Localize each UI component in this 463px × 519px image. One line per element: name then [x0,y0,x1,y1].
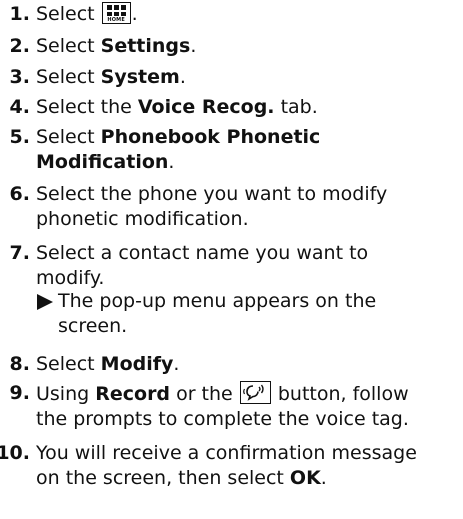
step-number: 6. [9,183,30,205]
instruction-page: 1. Select HOME. 2. Select Settings. 3. S… [0,0,463,519]
step-number: 2. [9,35,30,57]
system-label: System [100,66,180,88]
settings-label: Settings [100,35,191,57]
voice-recog-tab-label: Voice Recog. [137,96,275,118]
home-icon: HOME [101,2,131,24]
modify-label: Modify [100,353,174,375]
step-number: 5. [9,126,30,148]
result-arrow-icon [37,294,53,310]
step-number: 4. [9,96,30,118]
step-number: 10. [0,442,30,464]
step-number: 8. [9,353,30,375]
modification-label: Modification [36,151,169,173]
record-label: Record [95,383,171,405]
step-number: 1. [9,3,30,25]
ok-label: OK [289,467,321,489]
step-number: 3. [9,66,30,88]
step-number: 9. [9,382,30,404]
step-text: Select [36,3,95,25]
home-icon-label: HOME [107,17,125,23]
step-number: 7. [9,242,30,264]
result-note: The pop-up menu appears on the screen. [37,289,458,339]
phonebook-phonetic-label: Phonebook Phonetic [100,126,321,148]
talk-icon [239,381,271,404]
